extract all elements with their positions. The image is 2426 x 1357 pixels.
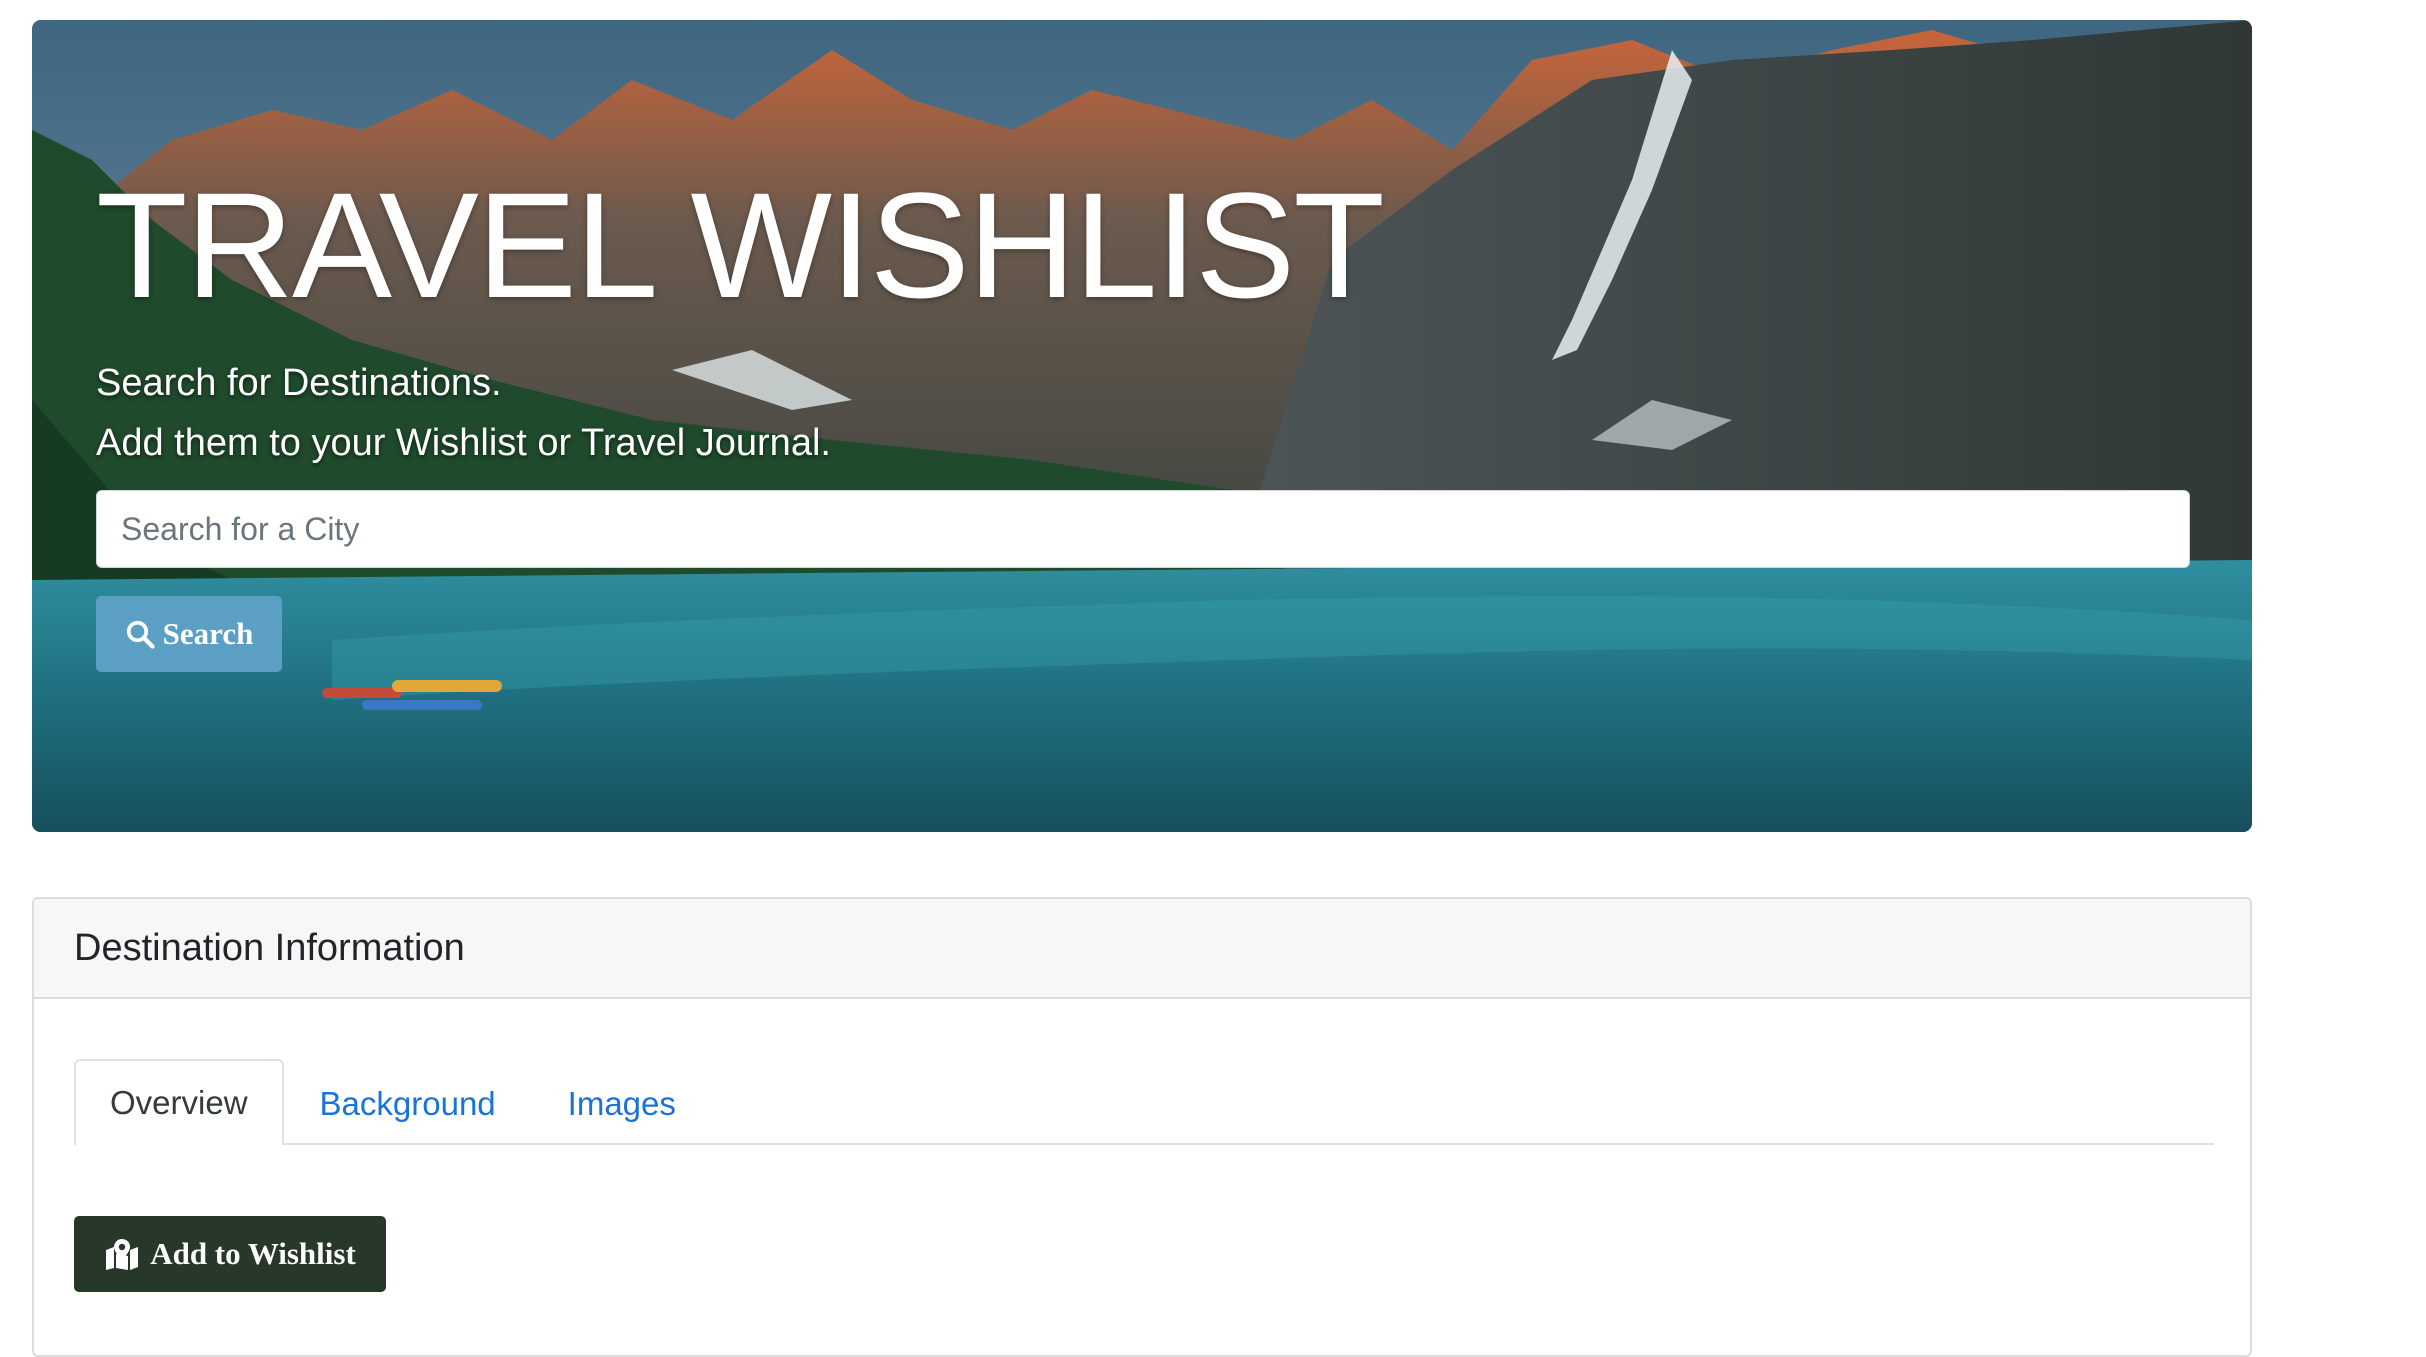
- card-header: Destination Information: [34, 899, 2250, 999]
- map-marked-icon: [106, 1239, 139, 1270]
- search-button[interactable]: Search: [96, 596, 282, 672]
- search-icon: [126, 620, 155, 649]
- hero-subtitle-line2: Add them to your Wishlist or Travel Jour…: [96, 422, 831, 464]
- destination-card: Destination Information Overview Backgro…: [32, 897, 2252, 1357]
- tab-images[interactable]: Images: [532, 1061, 712, 1145]
- add-to-wishlist-button[interactable]: Add to Wishlist: [74, 1216, 386, 1292]
- tab-images-label: Images: [567, 1085, 676, 1122]
- tab-background-label: Background: [319, 1085, 496, 1122]
- card-title: Destination Information: [74, 926, 465, 969]
- destination-tabs: Overview Background Images: [74, 1059, 2214, 1145]
- city-search-input[interactable]: [96, 490, 2190, 568]
- add-to-wishlist-label: Add to Wishlist: [150, 1236, 356, 1271]
- hero-subtitle-line1: Search for Destinations.: [96, 362, 502, 404]
- tab-background[interactable]: Background: [284, 1061, 532, 1145]
- search-button-label: Search: [162, 616, 254, 651]
- site-title: TRAVEL WISHLIST: [96, 161, 1385, 329]
- tab-overview-label: Overview: [110, 1084, 248, 1121]
- hero-banner: TRAVEL WISHLIST Search for Destinations.…: [32, 20, 2252, 832]
- tab-overview[interactable]: Overview: [74, 1059, 284, 1145]
